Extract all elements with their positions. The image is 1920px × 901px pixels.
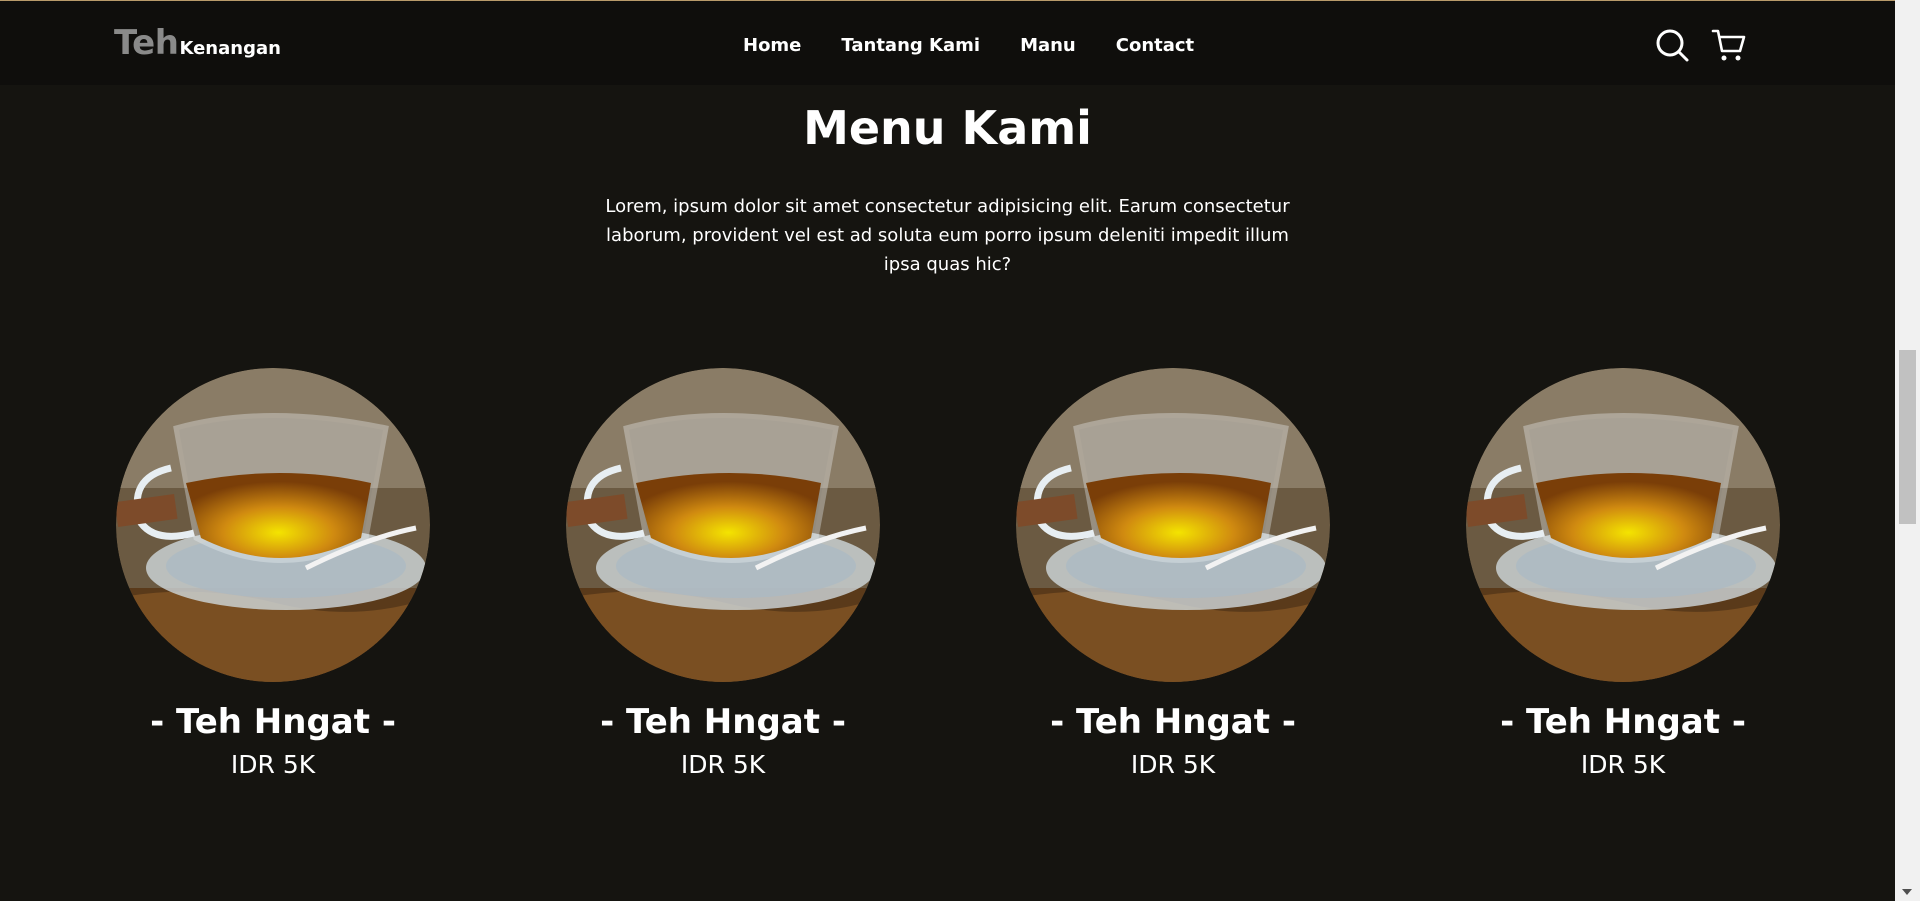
search-icon[interactable] bbox=[1654, 27, 1690, 63]
menu-card[interactable]: - Teh Hngat - IDR 5K bbox=[113, 368, 433, 779]
menu-card[interactable]: - Teh Hngat - IDR 5K bbox=[1013, 368, 1333, 779]
logo-primary-text: Teh bbox=[114, 23, 179, 63]
tea-cup-photo bbox=[1016, 368, 1330, 682]
menu-card[interactable]: - Teh Hngat - IDR 5K bbox=[563, 368, 883, 779]
page-scrollbar[interactable] bbox=[1895, 0, 1920, 901]
menu-item-price: IDR 5K bbox=[680, 750, 766, 779]
tea-cup-photo bbox=[1466, 368, 1780, 682]
menu-item-price: IDR 5K bbox=[1580, 750, 1666, 779]
menu-list: - Teh Hngat - IDR 5K - Teh Hngat - IDR 5… bbox=[0, 368, 1895, 808]
logo-secondary-text: Kenangan bbox=[179, 38, 281, 59]
nav-icons bbox=[1654, 27, 1747, 63]
cart-icon[interactable] bbox=[1711, 27, 1747, 63]
tea-cup-photo bbox=[566, 368, 880, 682]
menu-item-name: - Teh Hngat - bbox=[150, 702, 396, 742]
nav-link-tantang-kami[interactable]: Tantang Kami bbox=[841, 35, 980, 56]
nav-links: Home Tantang Kami Manu Contact bbox=[743, 35, 1234, 56]
menu-card[interactable]: - Teh Hngat - IDR 5K bbox=[1463, 368, 1783, 779]
tea-cup-photo bbox=[116, 368, 430, 682]
nav-link-manu[interactable]: Manu bbox=[1020, 35, 1076, 56]
menu-section-title: Menu Kami bbox=[803, 101, 1092, 155]
navbar: Teh Kenangan Home Tantang Kami Manu Cont… bbox=[0, 1, 1895, 85]
menu-item-price: IDR 5K bbox=[230, 750, 316, 779]
menu-item-price: IDR 5K bbox=[1130, 750, 1216, 779]
nav-link-home[interactable]: Home bbox=[743, 35, 801, 56]
logo[interactable]: Teh Kenangan bbox=[114, 23, 281, 63]
scroll-down-arrow-icon[interactable] bbox=[1902, 889, 1912, 895]
menu-item-name: - Teh Hngat - bbox=[600, 702, 846, 742]
menu-section-description: Lorem, ipsum dolor sit amet consectetur … bbox=[605, 196, 1290, 275]
scrollbar-thumb[interactable] bbox=[1899, 350, 1916, 524]
menu-item-name: - Teh Hngat - bbox=[1050, 702, 1296, 742]
nav-link-contact[interactable]: Contact bbox=[1116, 35, 1194, 56]
menu-item-name: - Teh Hngat - bbox=[1500, 702, 1746, 742]
